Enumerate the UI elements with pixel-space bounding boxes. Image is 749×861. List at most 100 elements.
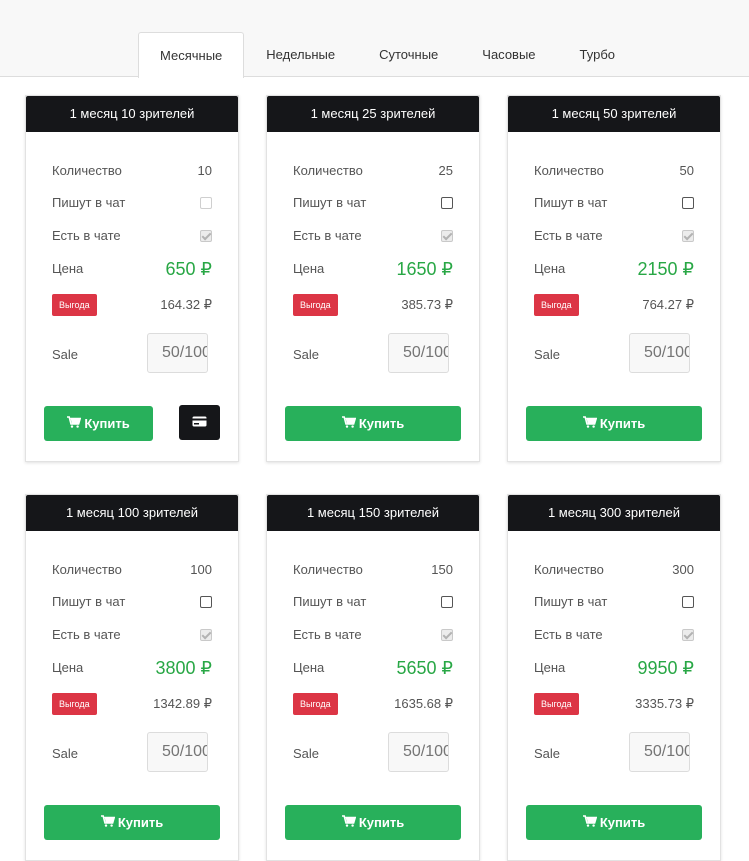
- price-label: Цена: [534, 261, 566, 276]
- buy-button[interactable]: Купить: [285, 406, 461, 441]
- sale-row: Sale: [534, 732, 694, 772]
- sale-label: Sale: [52, 746, 79, 761]
- write-chat-label: Пишут в чат: [52, 594, 126, 609]
- shopping-cart-icon: [341, 416, 357, 431]
- sale-row: Sale: [534, 333, 694, 373]
- package-title: 1 месяц 300 зрителей: [508, 495, 720, 531]
- discount-row: Выгода 764.27 ₽: [534, 294, 694, 316]
- sale-label: Sale: [293, 347, 320, 362]
- package-title: 1 месяц 150 зрителей: [267, 495, 479, 531]
- buy-button[interactable]: Купить: [285, 805, 461, 840]
- write-chat-checkbox[interactable]: [682, 197, 694, 209]
- quantity-row: Количество 50: [534, 161, 694, 181]
- tab-daily[interactable]: Суточные: [357, 31, 460, 77]
- sale-input[interactable]: [629, 732, 690, 772]
- write-chat-row: Пишут в чат: [534, 193, 694, 213]
- quantity-value: 25: [438, 163, 453, 178]
- in-chat-label: Есть в чате: [293, 228, 362, 243]
- benefit-badge: Выгода: [534, 693, 579, 715]
- sale-row: Sale: [293, 732, 453, 772]
- sale-label: Sale: [534, 347, 561, 362]
- quantity-label: Количество: [534, 163, 604, 178]
- tab-hourly[interactable]: Часовые: [460, 31, 557, 77]
- quantity-label: Количество: [293, 562, 363, 577]
- in-chat-label: Есть в чате: [293, 627, 362, 642]
- package-title: 1 месяц 25 зрителей: [267, 96, 479, 132]
- in-chat-row: Есть в чате: [293, 226, 453, 246]
- price-row: Цена 1650 ₽: [293, 259, 453, 279]
- in-chat-checkbox: [441, 629, 453, 641]
- write-chat-row: Пишут в чат: [293, 193, 453, 213]
- write-chat-label: Пишут в чат: [534, 594, 608, 609]
- price-value: 2150 ₽: [637, 259, 695, 279]
- in-chat-row: Есть в чате: [534, 625, 694, 645]
- sale-row: Sale: [52, 333, 212, 373]
- buy-button[interactable]: Купить: [44, 805, 220, 840]
- discount-row: Выгода 164.32 ₽: [52, 294, 212, 316]
- price-value: 3800 ₽: [155, 658, 213, 678]
- in-chat-row: Есть в чате: [534, 226, 694, 246]
- in-chat-row: Есть в чате: [52, 226, 212, 246]
- sale-row: Sale: [293, 333, 453, 373]
- in-chat-label: Есть в чате: [534, 228, 603, 243]
- package-card-300: 1 месяц 300 зрителей Количество 300 Пишу…: [507, 494, 721, 861]
- tab-monthly[interactable]: Месячные: [138, 32, 245, 78]
- write-chat-label: Пишут в чат: [293, 195, 367, 210]
- buy-button[interactable]: Купить: [526, 805, 702, 840]
- sale-label: Sale: [534, 746, 561, 761]
- write-chat-row: Пишут в чат: [293, 592, 453, 612]
- write-chat-checkbox[interactable]: [200, 197, 212, 209]
- in-chat-row: Есть в чате: [52, 625, 212, 645]
- buy-button[interactable]: Купить: [526, 406, 702, 441]
- per-unit-price: 164.32 ₽: [160, 297, 212, 312]
- tab-turbo[interactable]: Турбо: [558, 31, 637, 77]
- in-chat-checkbox: [682, 629, 694, 641]
- shopping-cart-icon: [582, 815, 598, 830]
- quantity-value: 10: [197, 163, 212, 178]
- package-title: 1 месяц 50 зрителей: [508, 96, 720, 132]
- buy-button[interactable]: Купить: [44, 406, 153, 441]
- write-chat-checkbox[interactable]: [441, 197, 453, 209]
- price-label: Цена: [52, 660, 84, 675]
- sale-input[interactable]: [388, 732, 449, 772]
- sale-input[interactable]: [147, 732, 208, 772]
- buy-button-label: Купить: [358, 416, 405, 431]
- quantity-label: Количество: [534, 562, 604, 577]
- tab-weekly[interactable]: Недельные: [244, 31, 357, 77]
- package-card-50: 1 месяц 50 зрителей Количество 50 Пишут …: [507, 95, 721, 462]
- shopping-cart-icon: [100, 815, 116, 830]
- per-unit-price: 385.73 ₽: [401, 297, 453, 312]
- sale-input[interactable]: [388, 333, 449, 373]
- quantity-row: Количество 100: [52, 560, 212, 580]
- price-value: 650 ₽: [165, 259, 213, 279]
- write-chat-label: Пишут в чат: [534, 195, 608, 210]
- package-title: 1 месяц 10 зрителей: [26, 96, 238, 132]
- per-unit-price: 3335.73 ₽: [635, 696, 694, 711]
- price-value: 9950 ₽: [637, 658, 695, 678]
- sale-input[interactable]: [147, 333, 208, 373]
- sale-input[interactable]: [629, 333, 690, 373]
- in-chat-checkbox: [200, 230, 212, 242]
- price-label: Цена: [293, 261, 325, 276]
- write-chat-checkbox[interactable]: [441, 596, 453, 608]
- price-value: 1650 ₽: [396, 259, 454, 279]
- card-payment-button[interactable]: [179, 405, 220, 440]
- benefit-badge: Выгода: [534, 294, 579, 316]
- write-chat-row: Пишут в чат: [52, 193, 212, 213]
- price-row: Цена 2150 ₽: [534, 259, 694, 279]
- quantity-row: Количество 10: [52, 161, 212, 181]
- package-card-25: 1 месяц 25 зрителей Количество 25 Пишут …: [266, 95, 480, 462]
- price-label: Цена: [293, 660, 325, 675]
- buy-button-label: Купить: [599, 815, 646, 830]
- price-row: Цена 9950 ₽: [534, 658, 694, 678]
- write-chat-label: Пишут в чат: [52, 195, 126, 210]
- price-label: Цена: [534, 660, 566, 675]
- sale-row: Sale: [52, 732, 212, 772]
- tab-bar: Месячные Недельные Суточные Часовые Турб…: [0, 0, 749, 78]
- benefit-badge: Выгода: [293, 693, 338, 715]
- package-title: 1 месяц 100 зрителей: [26, 495, 238, 531]
- write-chat-checkbox[interactable]: [682, 596, 694, 608]
- write-chat-label: Пишут в чат: [293, 594, 367, 609]
- write-chat-checkbox[interactable]: [200, 596, 212, 608]
- in-chat-label: Есть в чате: [52, 627, 121, 642]
